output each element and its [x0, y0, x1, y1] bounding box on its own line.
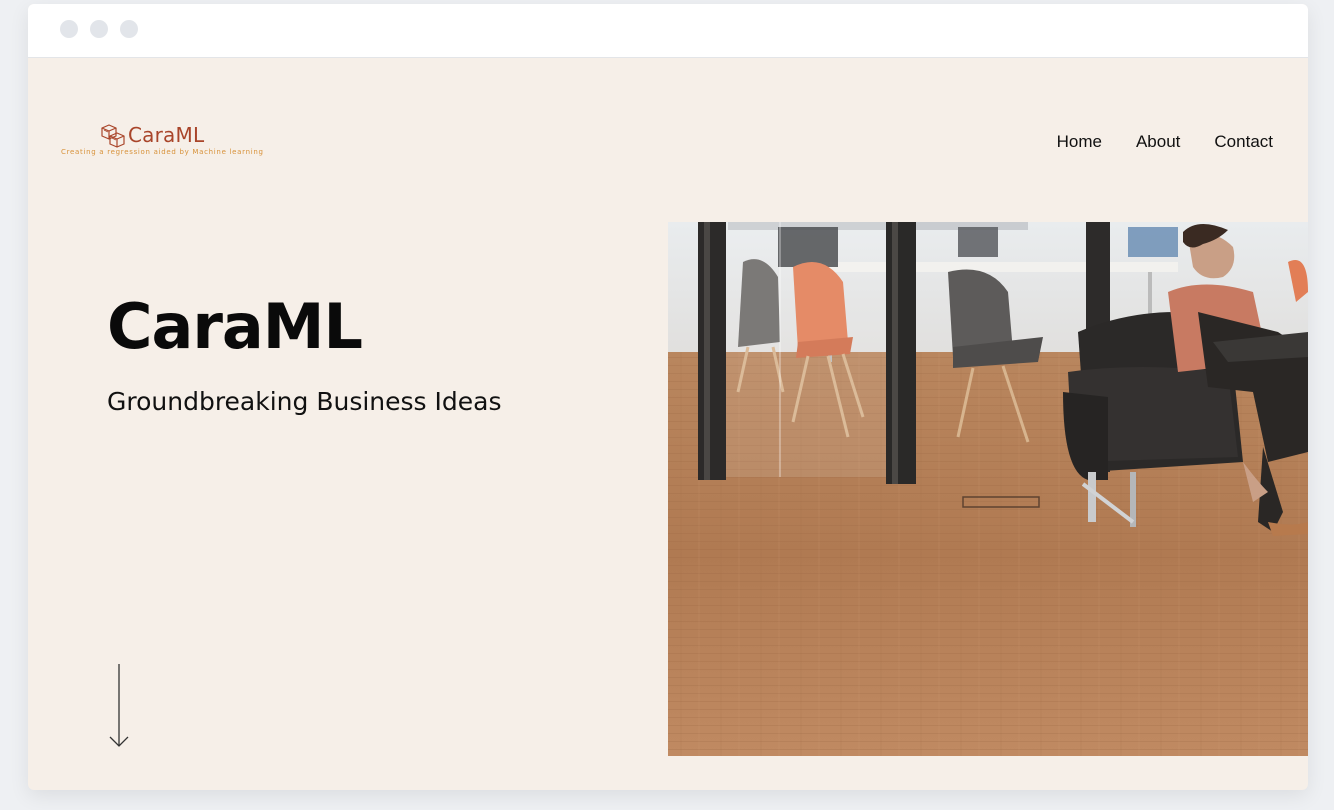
logo-wordmark: CaraML [128, 123, 205, 147]
hero-subtitle: Groundbreaking Business Ideas [107, 387, 502, 416]
main-nav: Home About Contact [1057, 132, 1273, 152]
arrow-down-icon[interactable] [108, 664, 130, 750]
hero-title: CaraML [107, 290, 363, 363]
window-maximize-button[interactable] [120, 20, 138, 38]
browser-window: CaraML Creating a regression aided by Ma… [28, 4, 1308, 790]
cube-boxes-icon [101, 124, 125, 148]
window-titlebar [28, 4, 1308, 58]
nav-about-link[interactable]: About [1136, 132, 1180, 152]
office-lounge-photo [668, 222, 1308, 756]
logo-tagline: Creating a regression aided by Machine l… [61, 148, 264, 156]
nav-home-link[interactable]: Home [1057, 132, 1102, 152]
nav-contact-link[interactable]: Contact [1214, 132, 1273, 152]
window-close-button[interactable] [60, 20, 78, 38]
site-logo[interactable]: CaraML Creating a regression aided by Ma… [61, 122, 271, 162]
window-minimize-button[interactable] [90, 20, 108, 38]
